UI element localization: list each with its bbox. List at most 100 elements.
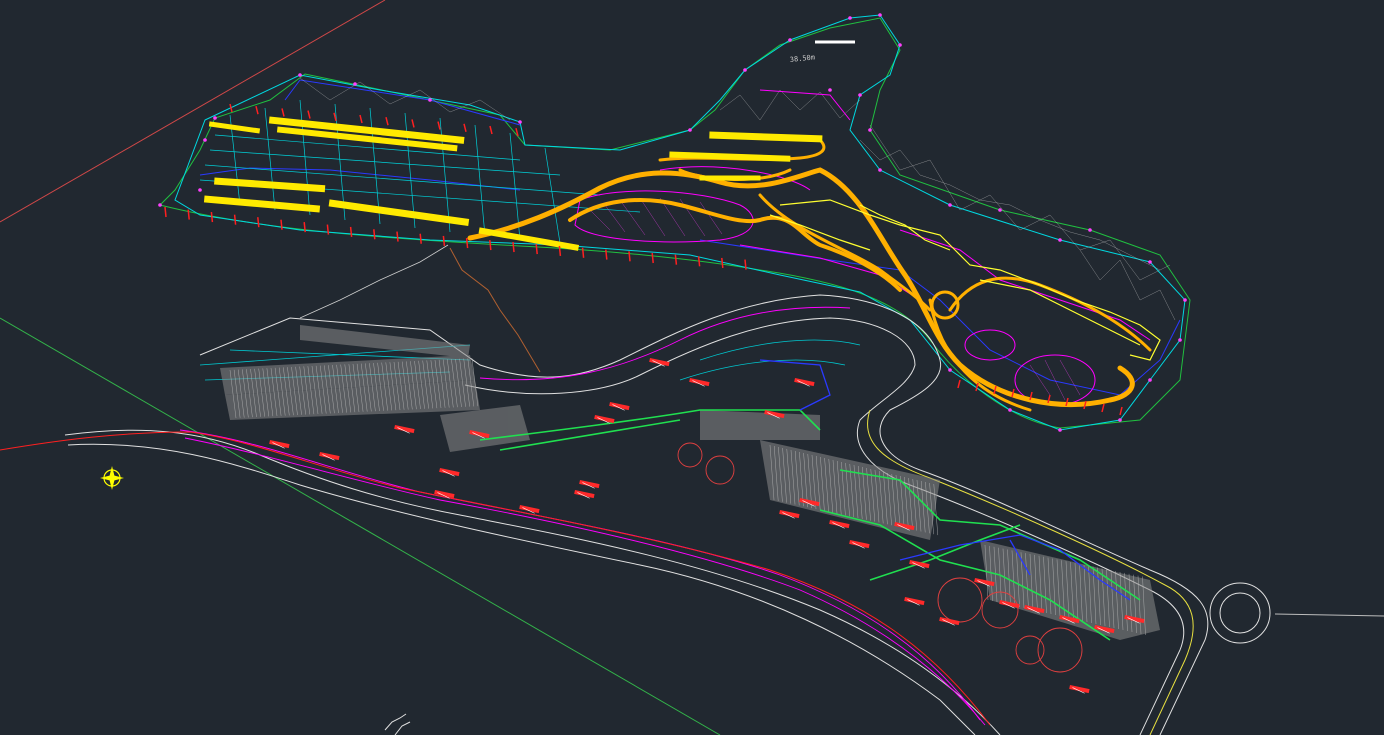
partial-symbol-bottom <box>384 713 411 735</box>
stake-marker <box>651 252 654 264</box>
survey-node <box>1008 408 1012 412</box>
survey-node <box>203 138 207 142</box>
stake-marker <box>187 209 190 220</box>
survey-node <box>948 368 952 372</box>
stake-marker <box>437 121 441 130</box>
label-flag <box>779 509 800 519</box>
lower-buildings-hatch <box>220 325 1160 640</box>
stake-marker <box>307 110 311 119</box>
stake-marker <box>396 231 399 242</box>
stake-marker <box>1101 403 1105 413</box>
survey-node <box>1178 338 1182 342</box>
upper-magenta-hatch <box>589 197 1081 401</box>
stake-marker <box>558 245 562 257</box>
label-flag <box>609 402 630 411</box>
upper-road-orange <box>467 138 1152 412</box>
upper-mesh-white <box>299 77 1176 321</box>
survey-node <box>1088 228 1092 232</box>
stake-marker <box>385 117 389 126</box>
label-flag <box>319 452 340 461</box>
stake-marker <box>233 214 237 225</box>
label-flag <box>849 540 870 549</box>
stake-marker <box>442 235 446 247</box>
stake-marker <box>1119 406 1123 416</box>
survey-node <box>213 116 217 120</box>
survey-node <box>743 68 747 72</box>
label-flag <box>574 490 595 499</box>
stake-marker <box>326 224 330 235</box>
stake-marker <box>281 108 285 117</box>
lower-road-edges-white <box>64 294 1271 735</box>
label-flag <box>689 378 710 387</box>
stake-marker <box>349 226 353 237</box>
stake-marker <box>359 114 363 124</box>
survey-node <box>158 203 162 207</box>
survey-node <box>1058 238 1062 242</box>
stake-marker <box>257 217 260 228</box>
reference-line-white <box>1274 613 1384 617</box>
label-flag <box>829 519 850 529</box>
cad-drawing-canvas[interactable]: 38.50m <box>0 0 1384 735</box>
stake-marker <box>489 240 492 251</box>
label-flag <box>904 596 925 606</box>
stake-marker <box>628 251 631 262</box>
survey-node <box>198 188 202 192</box>
survey-node <box>1058 428 1062 432</box>
label-flag <box>439 468 460 477</box>
survey-node <box>828 88 832 92</box>
label-flag <box>394 425 415 434</box>
stake-marker <box>164 206 167 218</box>
stake-marker <box>411 119 415 128</box>
survey-node <box>998 208 1002 212</box>
label-flag <box>939 617 960 626</box>
upper-platforms-yellow <box>769 199 1161 361</box>
label-flag <box>269 440 290 449</box>
lower-site-plan <box>0 294 1271 735</box>
reference-line-red <box>0 0 386 223</box>
label-flag <box>1069 684 1090 694</box>
stake-marker <box>229 103 233 113</box>
survey-node <box>848 16 852 20</box>
label-flag <box>579 479 600 489</box>
survey-node <box>1148 260 1152 264</box>
survey-node <box>868 128 872 132</box>
label-flag <box>594 415 615 424</box>
stake-marker <box>419 233 422 244</box>
stake-marker <box>303 222 306 233</box>
survey-node <box>1148 378 1152 382</box>
upper-grid-cyan <box>199 99 641 244</box>
survey-node <box>518 120 522 124</box>
stake-marker <box>210 212 214 223</box>
survey-node <box>1183 298 1187 302</box>
north-compass-icon <box>100 466 124 490</box>
survey-node <box>878 13 882 17</box>
survey-node <box>898 43 902 47</box>
survey-node <box>1118 418 1122 422</box>
stake-marker <box>373 229 376 240</box>
survey-node <box>688 128 692 132</box>
survey-node <box>878 168 882 172</box>
label-flag <box>649 357 670 367</box>
survey-node <box>858 93 862 97</box>
label-flag <box>794 378 815 387</box>
survey-node <box>788 38 792 42</box>
stake-marker <box>463 123 467 132</box>
stake-marker <box>721 257 724 269</box>
stake-marker <box>280 219 283 230</box>
connector-line-white <box>299 244 449 319</box>
stake-marker <box>581 247 585 258</box>
stake-marker <box>255 106 259 115</box>
survey-node <box>948 203 952 207</box>
cad-viewport[interactable]: 38.50m <box>0 0 1384 735</box>
stake-marker <box>605 249 608 260</box>
stake-marker <box>489 125 493 135</box>
stake-marker <box>744 259 747 270</box>
stake-marker <box>512 242 515 253</box>
stake-marker <box>697 256 701 267</box>
stake-marker <box>674 254 678 265</box>
scale-label: 38.50m <box>789 53 815 64</box>
stake-marker <box>957 379 961 389</box>
stake-marker <box>465 237 469 249</box>
survey-node <box>298 73 302 77</box>
survey-node <box>428 98 432 102</box>
